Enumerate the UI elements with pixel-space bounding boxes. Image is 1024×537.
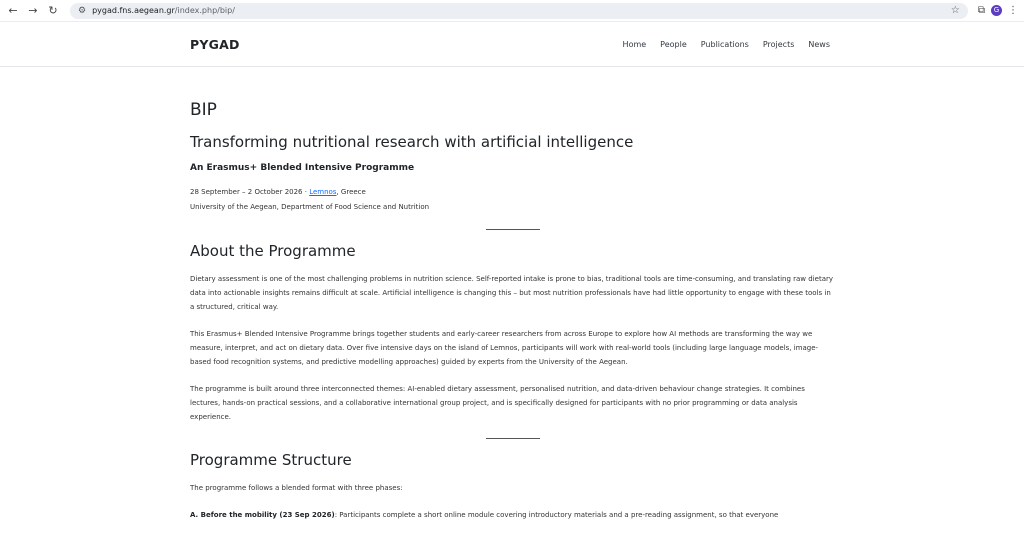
page-title: BIP	[190, 100, 217, 120]
browser-toolbar: ← → ↻ ⚙ pygad.fns.aegean.gr/index.php/bi…	[0, 0, 1024, 22]
phase-a-text: A. Before the mobility (23 Sep 2026): Pa…	[190, 508, 835, 522]
about-paragraph-3: The programme is built around three inte…	[190, 385, 805, 421]
url-text: pygad.fns.aegean.gr/index.php/bip/	[92, 6, 235, 15]
nav-people[interactable]: People	[660, 40, 687, 49]
bookmark-star-icon[interactable]: ☆	[951, 5, 960, 16]
about-paragraph-1: Dietary assessment is one of the most ch…	[190, 275, 833, 311]
site-info-icon[interactable]: ⚙	[78, 6, 86, 16]
main-nav: Home People Publications Projects News	[623, 40, 830, 49]
extensions-icon[interactable]: ⧉	[978, 5, 985, 16]
nav-publications[interactable]: Publications	[701, 40, 749, 49]
address-bar[interactable]: ⚙ pygad.fns.aegean.gr/index.php/bip/ ☆	[70, 2, 968, 19]
phase-a-label: A. Before the mobility (23 Sep 2026)	[190, 511, 335, 519]
phase-a-description: : Participants complete a short online m…	[334, 511, 779, 519]
menu-kebab-icon[interactable]: ⋮	[1008, 5, 1018, 16]
location-suffix: , Greece	[336, 188, 366, 196]
structure-intro: The programme follows a blended format w…	[190, 484, 403, 492]
site-brand-link[interactable]: PYGAD	[190, 37, 240, 52]
section-divider	[485, 438, 540, 439]
url-path: /index.php/bip/	[174, 6, 235, 15]
nav-news[interactable]: News	[808, 40, 830, 49]
institution-text: University of the Aegean, Department of …	[190, 203, 430, 211]
section-divider	[485, 229, 540, 230]
about-heading: About the Programme	[190, 242, 356, 260]
main-content: BIP Transforming nutritional research wi…	[190, 100, 835, 535]
nav-home[interactable]: Home	[623, 40, 647, 49]
about-paragraph-2: This Erasmus+ Blended Intensive Programm…	[190, 330, 819, 366]
dates-text: 28 September – 2 October 2026 ·	[190, 188, 310, 196]
nav-projects[interactable]: Projects	[763, 40, 795, 49]
location-link[interactable]: Lemnos	[309, 188, 336, 196]
site-header: PYGAD Home People Publications Projects …	[0, 22, 1024, 67]
page-subtitle: Transforming nutritional research with a…	[190, 133, 634, 151]
url-host: pygad.fns.aegean.gr	[92, 6, 175, 15]
programme-tagline: An Erasmus+ Blended Intensive Programme	[190, 163, 415, 173]
forward-arrow-icon[interactable]: →	[26, 4, 40, 18]
back-arrow-icon[interactable]: ←	[6, 4, 20, 18]
profile-avatar[interactable]: G	[991, 5, 1002, 16]
reload-icon[interactable]: ↻	[46, 4, 60, 18]
structure-heading: Programme Structure	[190, 451, 352, 469]
event-dates: 28 September – 2 October 2026 · Lemnos, …	[190, 185, 835, 200]
